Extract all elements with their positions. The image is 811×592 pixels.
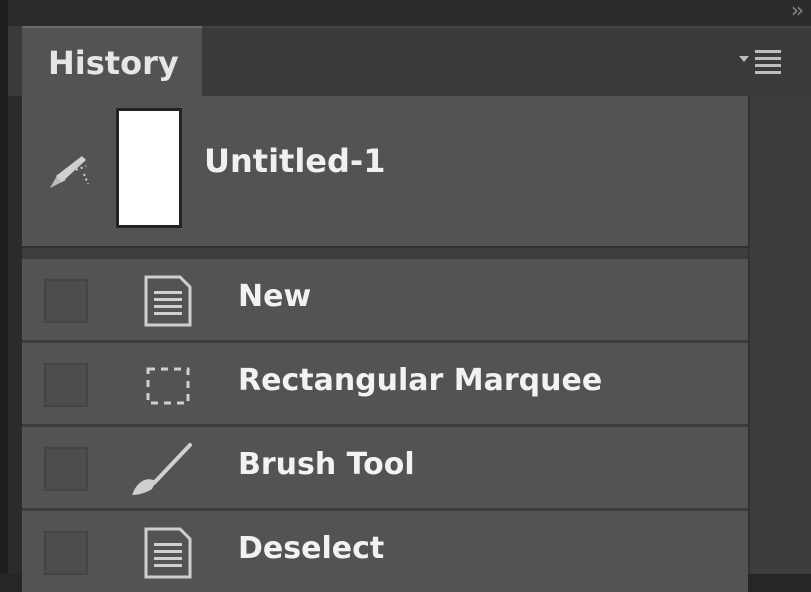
history-brush-icon[interactable] [46, 152, 94, 192]
history-state-label: Rectangular Marquee [238, 363, 603, 398]
history-state-row[interactable]: Deselect [22, 508, 748, 592]
snapshot-label: Untitled-1 [204, 142, 386, 180]
history-source-checkbox[interactable] [44, 363, 88, 407]
history-state-label: Deselect [238, 531, 385, 566]
history-panel-frame: ›› History Untitled-1 New Rectangular Ma… [0, 0, 811, 592]
history-source-checkbox[interactable] [44, 531, 88, 575]
document-icon [138, 271, 198, 331]
tabbar-divider [202, 26, 811, 28]
tab-history[interactable]: History [22, 26, 202, 96]
history-state-row[interactable]: New [22, 256, 748, 340]
marquee-icon [138, 355, 198, 415]
history-source-checkbox[interactable] [44, 447, 88, 491]
left-edge [0, 0, 8, 574]
snapshot-item[interactable]: Untitled-1 [22, 96, 748, 246]
collapse-icon[interactable]: ›› [791, 0, 804, 22]
document-icon [138, 523, 198, 583]
history-state-row[interactable]: Rectangular Marquee [22, 340, 748, 424]
snapshot-divider [22, 246, 748, 256]
panel-menu-button[interactable] [735, 46, 795, 76]
history-state-label: Brush Tool [238, 447, 415, 482]
brush-icon [128, 439, 192, 499]
history-state-label: New [238, 279, 312, 314]
panel-top-strip: ›› [8, 0, 811, 26]
history-state-row[interactable]: Brush Tool [22, 424, 748, 508]
snapshot-thumbnail [116, 108, 182, 228]
tab-history-label: History [48, 44, 179, 82]
scrollbar[interactable] [748, 96, 811, 574]
panel-menu-icon [739, 50, 781, 74]
history-source-checkbox[interactable] [44, 279, 88, 323]
